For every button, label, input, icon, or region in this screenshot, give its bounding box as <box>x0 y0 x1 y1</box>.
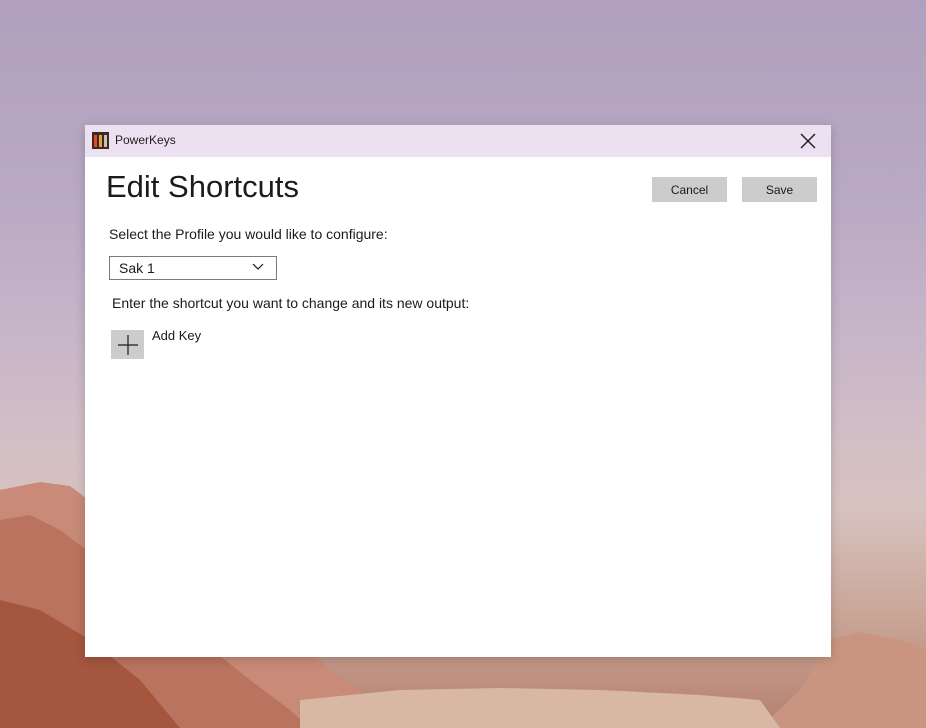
save-button[interactable]: Save <box>742 177 817 202</box>
close-button[interactable] <box>785 125 831 157</box>
profile-selected-value: Sak 1 <box>119 260 155 276</box>
cancel-button[interactable]: Cancel <box>652 177 727 202</box>
chevron-down-icon <box>252 263 264 270</box>
title-bar[interactable]: PowerKeys <box>85 125 831 157</box>
powerkeys-window: PowerKeys Edit Shortcuts Cancel Save Sel… <box>85 125 831 657</box>
profile-dropdown[interactable]: Sak 1 <box>109 256 277 280</box>
add-key-button[interactable] <box>111 330 144 359</box>
app-icon <box>92 132 109 149</box>
shortcut-prompt: Enter the shortcut you want to change an… <box>112 295 470 311</box>
profile-prompt: Select the Profile you would like to con… <box>109 226 388 242</box>
app-title: PowerKeys <box>115 133 176 147</box>
page-title: Edit Shortcuts <box>106 169 299 204</box>
plus-icon <box>117 334 138 355</box>
add-key-label[interactable]: Add Key <box>152 328 201 343</box>
close-icon <box>800 133 816 149</box>
